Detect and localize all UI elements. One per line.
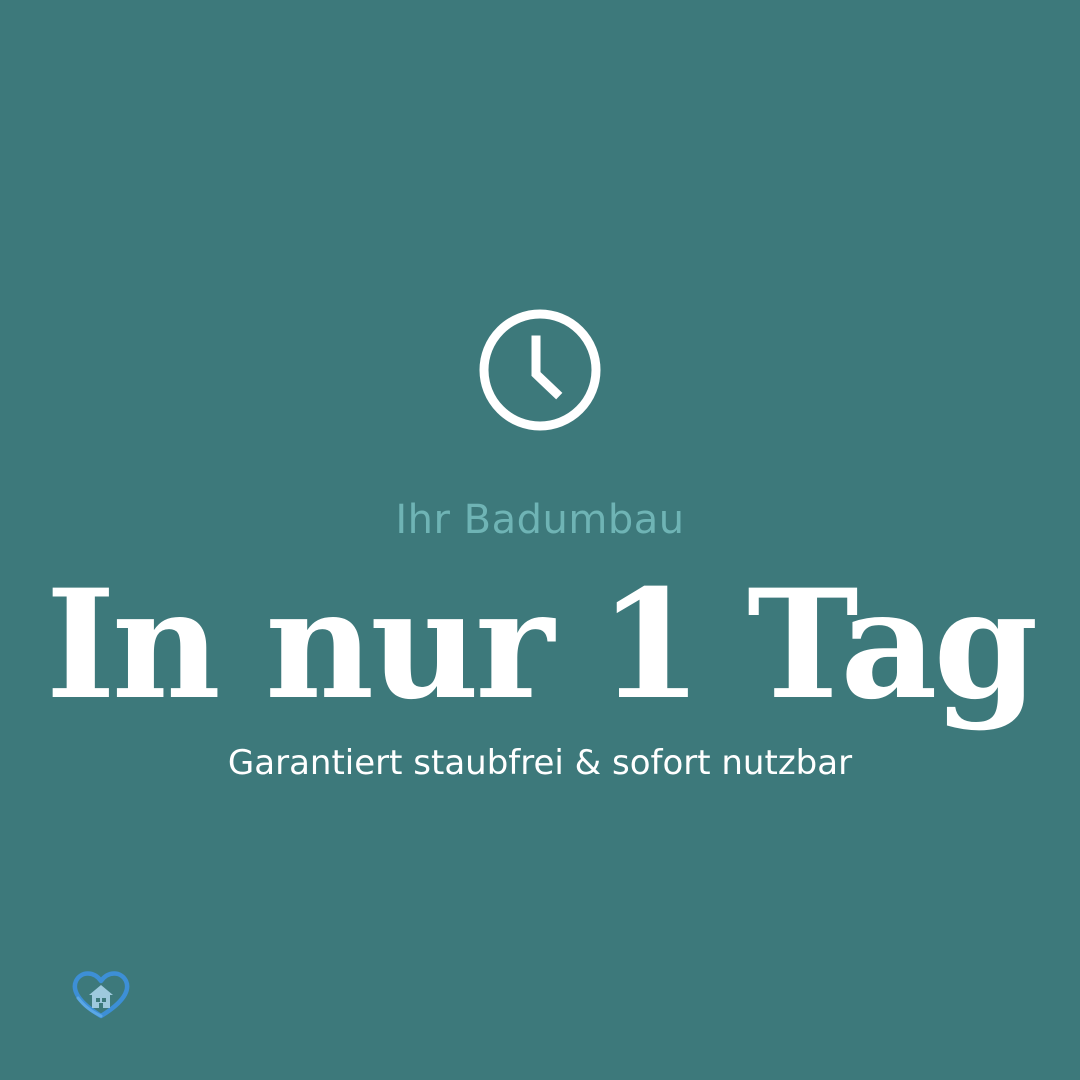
- heart-house-logo: [72, 971, 130, 1019]
- headline: In nur 1 Tag: [45, 557, 1039, 733]
- clock-icon: [479, 309, 601, 431]
- eyebrow-text: Ihr Badumbau: [395, 497, 685, 543]
- subline-text: Garantiert staubfrei & sofort nutzbar: [227, 743, 853, 783]
